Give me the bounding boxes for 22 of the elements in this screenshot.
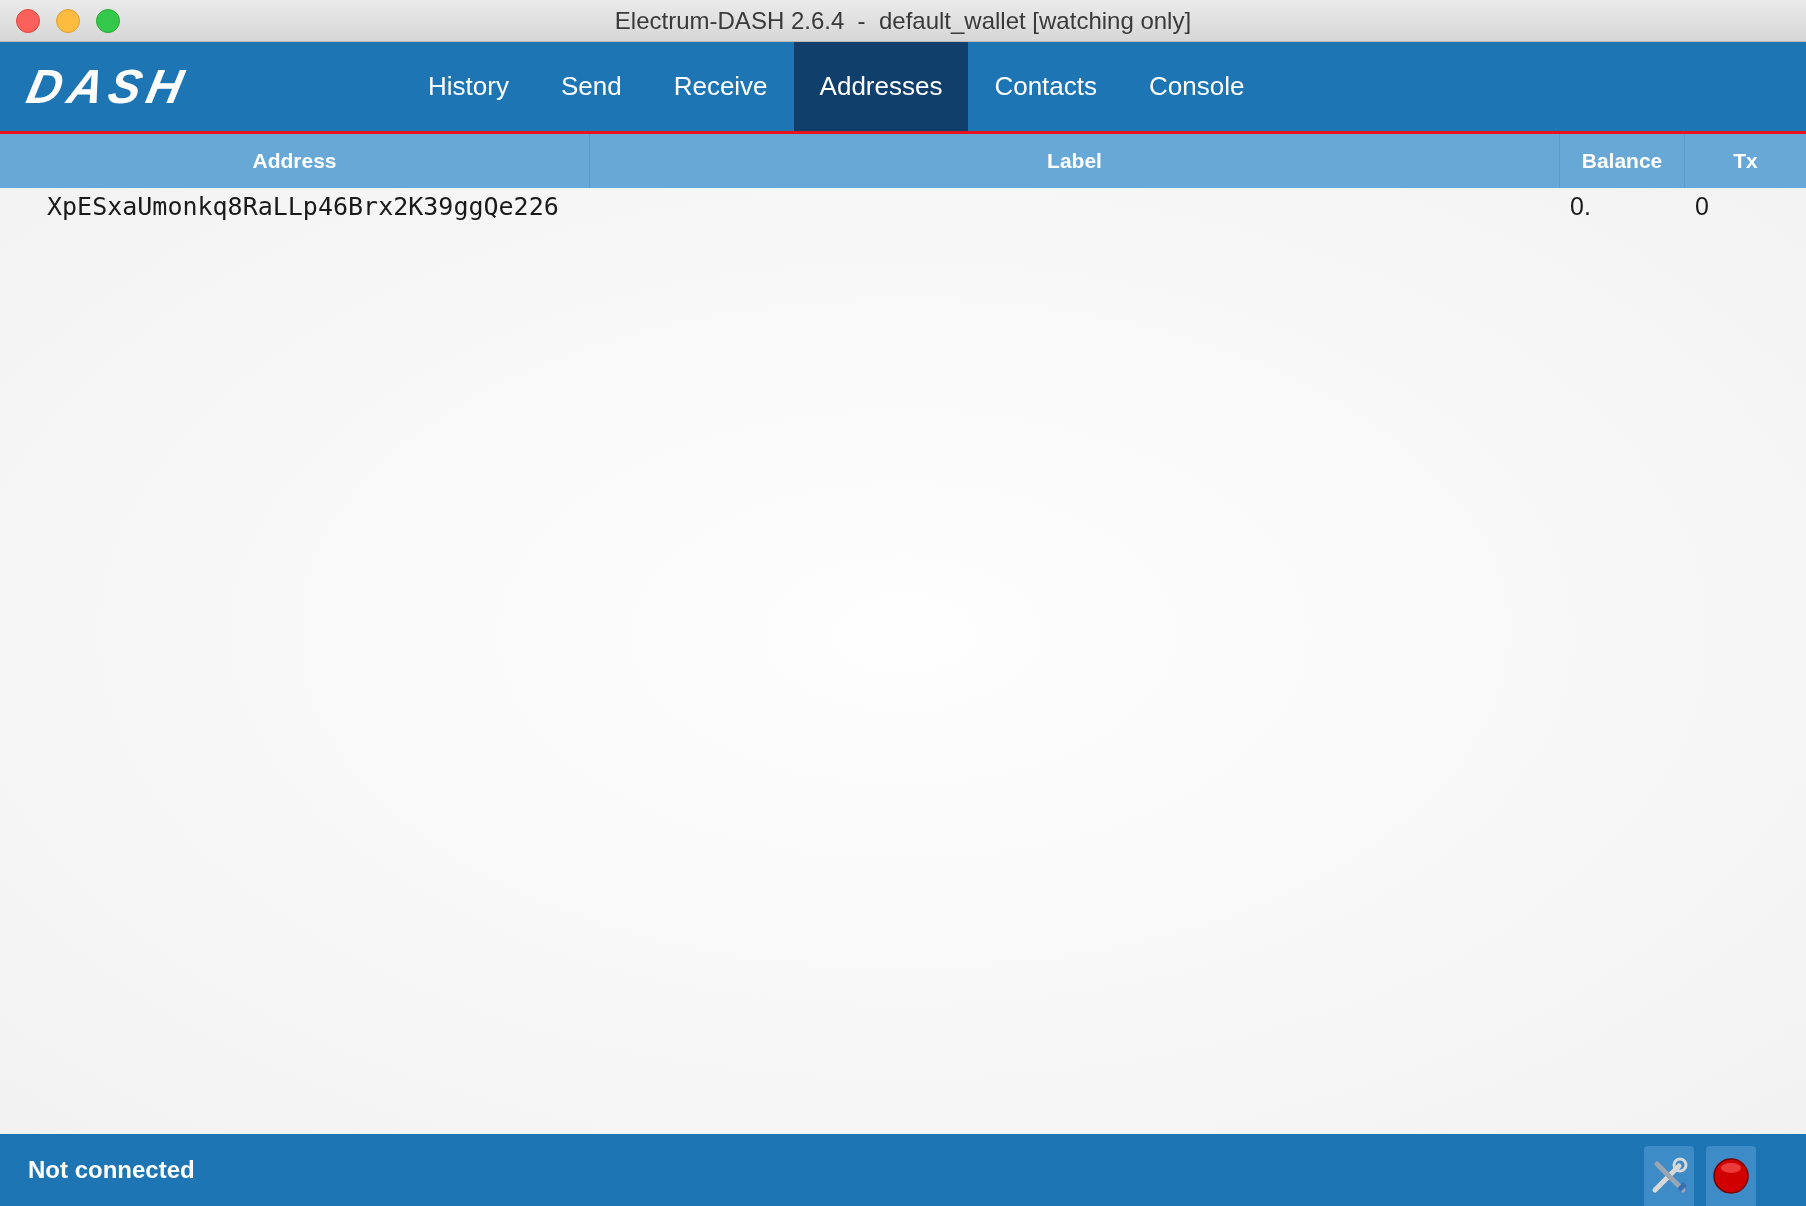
minimize-button[interactable] <box>56 8 80 33</box>
column-header[interactable]: Balance <box>1560 134 1685 188</box>
network-status-button[interactable] <box>1706 1146 1756 1206</box>
table-cell: 0 <box>1695 192 1709 221</box>
table-cell: 0. <box>1570 192 1591 221</box>
tab[interactable]: Contacts <box>968 42 1124 131</box>
dash-logo: DASH <box>22 62 194 111</box>
connection-status: Not connected <box>28 1155 195 1185</box>
column-header[interactable]: Tx <box>1685 134 1806 188</box>
tab[interactable]: Addresses <box>793 42 969 131</box>
column-header[interactable]: Address <box>0 134 590 188</box>
close-button[interactable] <box>16 8 40 33</box>
tab[interactable]: History <box>402 42 535 131</box>
window-title: Electrum-DASH 2.6.4 - default_wallet [watching only] <box>614 5 1192 36</box>
tab[interactable]: Receive <box>647 42 794 131</box>
address-cell: XpESxaUmonkq8RaLLp46Brx2K39ggQe226 <box>47 192 559 222</box>
status-indicator-icon <box>1713 1158 1749 1194</box>
zoom-button[interactable] <box>96 8 120 33</box>
column-header[interactable]: Label <box>590 134 1560 188</box>
preferences-button[interactable] <box>1644 1146 1694 1206</box>
tab[interactable]: Console <box>1123 42 1271 131</box>
tab[interactable]: Send <box>534 42 648 131</box>
